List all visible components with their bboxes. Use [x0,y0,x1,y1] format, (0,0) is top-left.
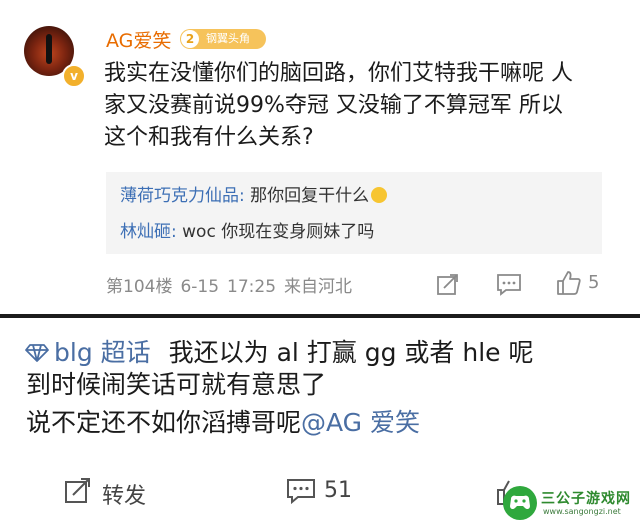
post-last-line: 说不定还不如你滔搏哥呢@AG 爱笑 [26,406,420,440]
comment-icon[interactable] [496,272,522,296]
post-line: 我还以为 al 打赢 gg 或者 hle 呢 [168,338,534,367]
comment-count: 51 [324,478,352,503]
mention-link[interactable]: @AG 爱笑 [301,408,420,437]
topic-link[interactable]: blg 超话 [54,338,151,367]
verified-badge-icon: v [62,64,86,88]
like-count: 5 [588,272,600,293]
diamond-icon [25,344,49,362]
share-icon [65,478,90,503]
comment-line: 我实在没懂你们的脑回路，你们艾特我干嘛呢 人 [104,61,573,86]
reply-list[interactable]: 薄荷巧克力仙品: 那你回复干什么 林灿砸: woc 你现在变身厕妹了吗 [106,172,602,254]
share-icon[interactable] [436,272,460,296]
level-badge[interactable]: 2 钢翼头角 [180,29,266,49]
watermark-url: www.sangongzi.net [543,507,621,516]
comment-button[interactable]: 51 [286,476,352,508]
avatar-figure [46,34,52,64]
watermark-title: 三公子游戏网 [541,491,631,507]
level-number: 2 [181,30,199,48]
comment-body: 我实在没懂你们的脑回路，你们艾特我干嘛呢 人 家又没赛前说99%夺冠 又没输了不… [104,58,624,154]
post-first-line: blg 超话 我还以为 al 打赢 gg 或者 hle 呢 [24,336,534,370]
reply-author[interactable]: 薄荷巧克力仙品: [120,186,245,206]
comment-date: 6-15 [180,277,220,297]
watermark: 三公子游戏网 www.sangongzi.net [503,484,640,521]
comment-location: 来自河北 [284,277,353,297]
share-button[interactable]: 转发 [64,476,146,509]
comment-icon [287,479,315,505]
comment-username[interactable]: AG爱笑 [106,26,171,53]
like-icon[interactable] [556,270,582,296]
reply-author[interactable]: 林灿砸: [120,222,177,242]
comment-line: 这个和我有什么关系? [104,125,314,150]
reply-item[interactable]: 薄荷巧克力仙品: 那你回复干什么 [120,184,388,208]
reply-text: woc 你现在变身厕妹了吗 [176,222,375,242]
comment-time: 17:25 [227,277,277,297]
floor-number: 第104楼 [106,277,173,297]
level-badge-label: 钢翼头角 [206,32,250,45]
comment-line: 家又没赛前说99%夺冠 又没输了不算冠军 所以 [104,93,563,118]
reply-item[interactable]: 林灿砸: woc 你现在变身厕妹了吗 [120,220,374,244]
post-line: 到时候闹笑话可就有意思了 [26,370,327,399]
grin-emoji-icon [371,187,388,203]
comment-card: v AG爱笑 2 钢翼头角 我实在没懂你们的脑回路，你们艾特我干嘛呢 人 家又没… [0,0,640,314]
share-label: 转发 [102,484,147,509]
watermark-logo-icon [503,486,537,520]
comment-meta: 第104楼 6-15 17:25 来自河北 [106,272,360,297]
controller-icon [510,495,530,510]
post-line: 说不定还不如你滔搏哥呢 [26,408,302,437]
reply-text: 那你回复干什么 [244,186,370,206]
